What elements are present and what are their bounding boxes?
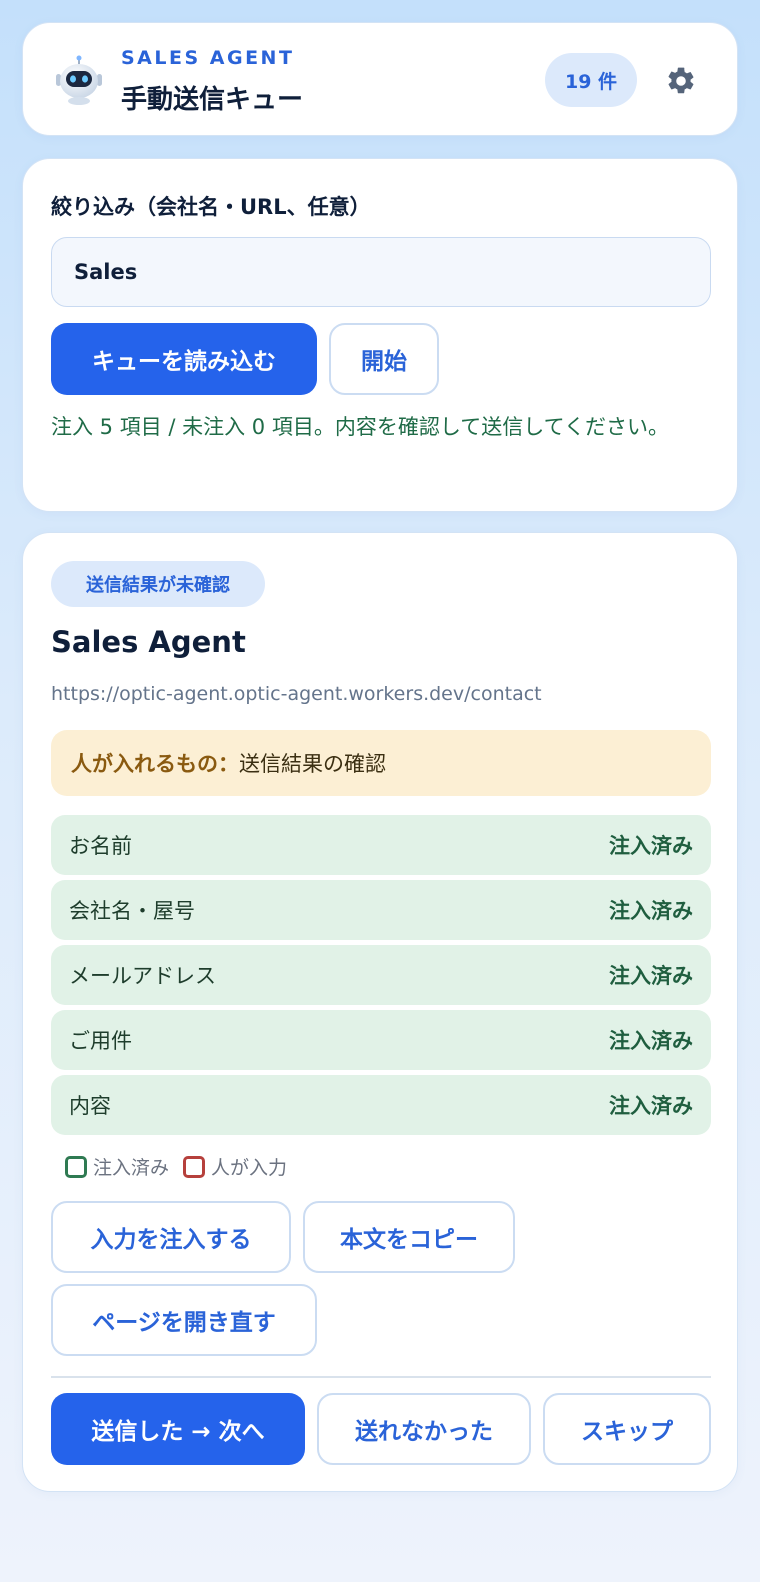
legend-injected-label: 注入済み [93, 1157, 170, 1179]
human-input-value: 送信結果の確認 [239, 752, 386, 776]
start-button[interactable]: 開始 [329, 323, 439, 395]
field-name: 内容 [69, 1094, 111, 1118]
filter-label: 絞り込み（会社名・URL、任意） [51, 195, 371, 219]
page-title: 手動送信キュー [121, 85, 304, 115]
inject-input-button[interactable]: 入力を注入する [51, 1201, 291, 1273]
robot-icon [56, 55, 102, 105]
field-status: 注入済み [609, 899, 693, 923]
sent-next-button[interactable]: 送信した → 次へ [51, 1393, 305, 1465]
field-list: お名前 注入済み 会社名・屋号 注入済み メールアドレス 注入済み ご用件 注入… [51, 815, 711, 1140]
reopen-page-button[interactable]: ページを開き直す [51, 1284, 317, 1356]
field-name: ご用件 [69, 1029, 132, 1053]
inject-status-text: 注入 5 項目 / 未注入 0 項目。内容を確認して送信してください。 [51, 415, 669, 439]
human-input-label: 人が入れるもの： [71, 752, 239, 776]
queue-count-badge: 19 件 [545, 53, 637, 107]
company-url: https://optic-agent.optic-agent.workers.… [51, 683, 542, 705]
field-name: メールアドレス [69, 964, 216, 988]
load-queue-button[interactable]: キューを読み込む [51, 323, 317, 395]
filter-card: 絞り込み（会社名・URL、任意） キューを読み込む 開始 注入 5 項目 / 未… [22, 158, 738, 512]
field-legend: 注入済み 人が入力 [65, 1153, 287, 1180]
field-status: 注入済み [609, 834, 693, 858]
status-badge: 送信結果が未確認 [51, 561, 265, 607]
field-row: 会社名・屋号 注入済み [51, 880, 711, 940]
settings-button[interactable] [665, 65, 697, 97]
field-row: お名前 注入済み [51, 815, 711, 875]
field-status: 注入済み [609, 1094, 693, 1118]
field-row: 内容 注入済み [51, 1075, 711, 1135]
field-name: お名前 [69, 834, 132, 858]
company-name: Sales Agent [51, 625, 246, 659]
copy-body-button[interactable]: 本文をコピー [303, 1201, 515, 1273]
skip-button[interactable]: スキップ [543, 1393, 711, 1465]
field-row: ご用件 注入済み [51, 1010, 711, 1070]
legend-injected-swatch [65, 1155, 87, 1178]
not-sent-button[interactable]: 送れなかった [317, 1393, 531, 1465]
field-status: 注入済み [609, 964, 693, 988]
filter-input[interactable] [51, 237, 711, 307]
field-status: 注入済み [609, 1029, 693, 1053]
header-card: SALES AGENT 手動送信キュー 19 件 [22, 22, 738, 136]
divider [51, 1376, 711, 1378]
field-name: 会社名・屋号 [69, 899, 195, 923]
brand-label: SALES AGENT [121, 47, 295, 69]
legend-human-label: 人が入力 [211, 1157, 288, 1179]
gear-icon [668, 67, 694, 94]
legend-human-swatch [183, 1155, 206, 1178]
human-input-notice: 人が入れるもの： 送信結果の確認 [51, 730, 711, 796]
page: SALES AGENT 手動送信キュー 19 件 絞り込み（会社名・URL、任意… [0, 0, 760, 1582]
queue-item-card: 送信結果が未確認 Sales Agent https://optic-agent… [22, 532, 738, 1492]
field-row: メールアドレス 注入済み [51, 945, 711, 1005]
